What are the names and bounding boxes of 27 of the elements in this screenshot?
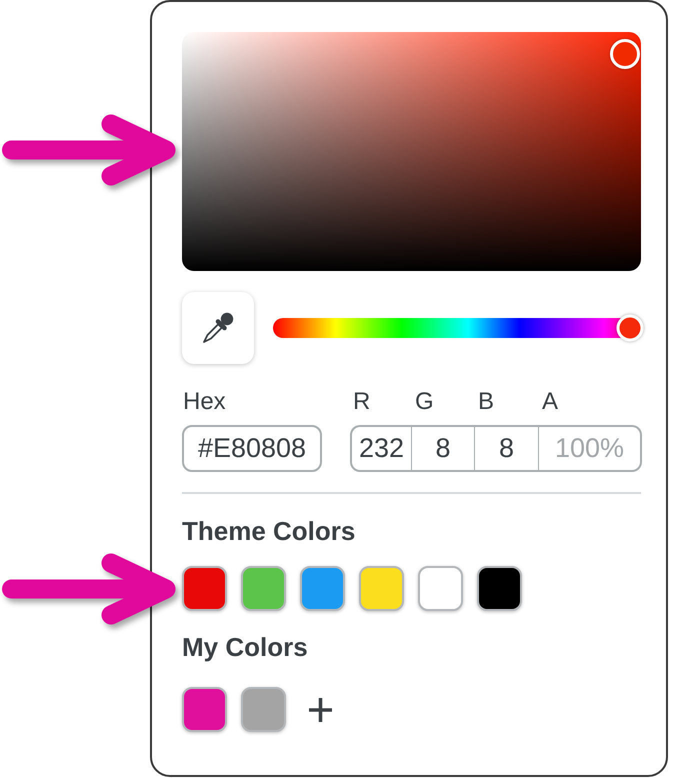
color-swatch[interactable] — [418, 566, 463, 611]
eyedropper-button[interactable] — [182, 292, 254, 364]
section-title: My Colors — [182, 632, 308, 662]
channel-field[interactable]: 232 — [350, 425, 412, 472]
color-swatch[interactable] — [182, 687, 227, 732]
hue-slider[interactable] — [273, 314, 644, 342]
channel-label: R — [352, 388, 372, 415]
hue-slider-thumb[interactable] — [616, 314, 644, 342]
color-swatch[interactable] — [477, 566, 522, 611]
channel-field[interactable]: 8 — [412, 425, 475, 472]
section-title: Theme Colors — [182, 516, 356, 546]
channel-label: G — [414, 388, 435, 415]
hex-label: Hex — [182, 388, 227, 415]
hex-field[interactable]: #E80808 — [182, 425, 322, 472]
channel-field[interactable]: 100% — [539, 425, 642, 472]
channel-label: A — [541, 388, 560, 415]
color-area[interactable] — [182, 32, 641, 271]
color-swatch[interactable] — [359, 566, 404, 611]
color-swatch[interactable] — [241, 687, 286, 732]
color-swatch[interactable] — [300, 566, 345, 611]
color-swatch[interactable] — [241, 566, 286, 611]
channel-field[interactable]: 8 — [475, 425, 539, 472]
channel-label: B — [477, 388, 496, 415]
plus-icon[interactable] — [309, 698, 332, 722]
color-swatch[interactable] — [182, 566, 227, 611]
eyedropper-icon — [202, 312, 234, 344]
color-area-thumb[interactable] — [610, 38, 640, 68]
